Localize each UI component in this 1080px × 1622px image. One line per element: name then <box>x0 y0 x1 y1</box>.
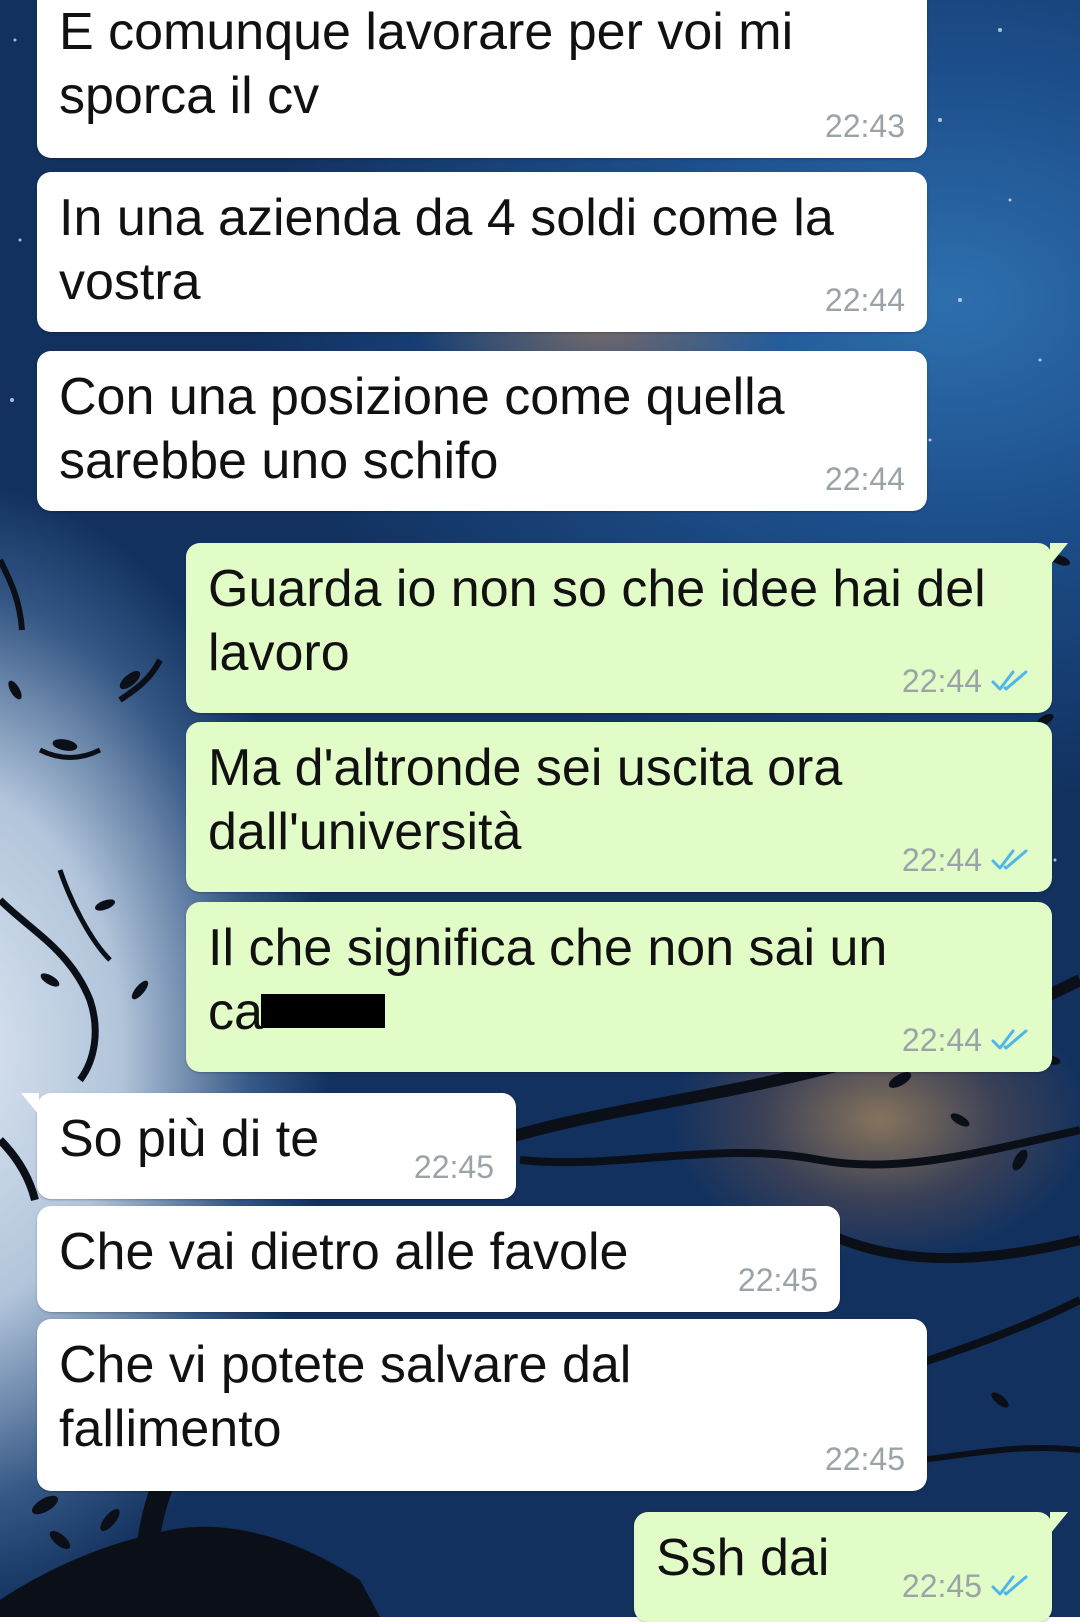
message-text: Con una posizione come quella sarebbe un… <box>59 368 785 490</box>
message-meta: 22:43 <box>825 108 905 144</box>
message-text-line1: Il che significa che non sai un <box>208 919 888 977</box>
incoming-message[interactable]: Con una posizione come quella sarebbe un… <box>37 351 927 511</box>
message-time: 22:44 <box>824 282 905 318</box>
double-check-read-icon <box>991 670 1028 691</box>
message-time: 22:45 <box>824 1441 905 1477</box>
incoming-message[interactable]: In una azienda da 4 soldi come la vostra… <box>37 172 927 332</box>
message-time: 22:44 <box>824 461 905 497</box>
message-text: In una azienda da 4 soldi come la vostra <box>59 189 834 311</box>
message-meta: 22:44 <box>902 1022 1030 1058</box>
message-meta: 22:45 <box>414 1149 494 1185</box>
message-text: Che vai dietro alle favole <box>59 1223 629 1281</box>
double-check-read-icon <box>991 1029 1028 1050</box>
message-text-line2: ca <box>208 983 263 1041</box>
message-meta: 22:44 <box>825 461 905 497</box>
message-meta: 22:45 <box>825 1441 905 1477</box>
incoming-message[interactable]: So più di te 22:45 <box>21 1093 516 1199</box>
message-time: 22:44 <box>901 663 982 699</box>
incoming-message[interactable]: Che vi potete salvare dal fallimento 22:… <box>37 1319 927 1491</box>
message-text: E comunque lavorare per voi mi sporca il… <box>59 3 794 125</box>
message-meta: 22:44 <box>825 282 905 318</box>
message-meta: 22:44 <box>902 663 1030 699</box>
outgoing-message[interactable]: Ma d'altronde sei uscita ora dall'univer… <box>186 722 1052 892</box>
message-time: 22:45 <box>413 1149 494 1185</box>
outgoing-message[interactable]: Ssh dai 22:45 <box>634 1512 1068 1622</box>
redaction-bar <box>260 994 385 1029</box>
outgoing-message[interactable]: Guarda io non so che idee hai del lavoro… <box>186 543 1068 713</box>
double-check-read-icon <box>991 1575 1028 1596</box>
incoming-message[interactable]: Che vai dietro alle favole 22:45 <box>37 1206 840 1312</box>
message-time: 22:44 <box>901 842 982 878</box>
message-meta: 22:45 <box>738 1262 818 1298</box>
message-meta: 22:45 <box>902 1568 1030 1604</box>
message-time: 22:45 <box>737 1262 818 1298</box>
message-meta: 22:44 <box>902 842 1030 878</box>
message-time: 22:45 <box>901 1568 982 1604</box>
message-time: 22:44 <box>901 1022 982 1058</box>
message-text: Che vi potete salvare dal fallimento <box>59 1336 632 1458</box>
double-check-read-icon <box>991 849 1028 870</box>
outgoing-message[interactable]: Il che significa che non sai un ca 22:44 <box>186 902 1052 1072</box>
message-time: 22:43 <box>824 108 905 144</box>
incoming-message[interactable]: E comunque lavorare per voi mi sporca il… <box>37 0 927 158</box>
